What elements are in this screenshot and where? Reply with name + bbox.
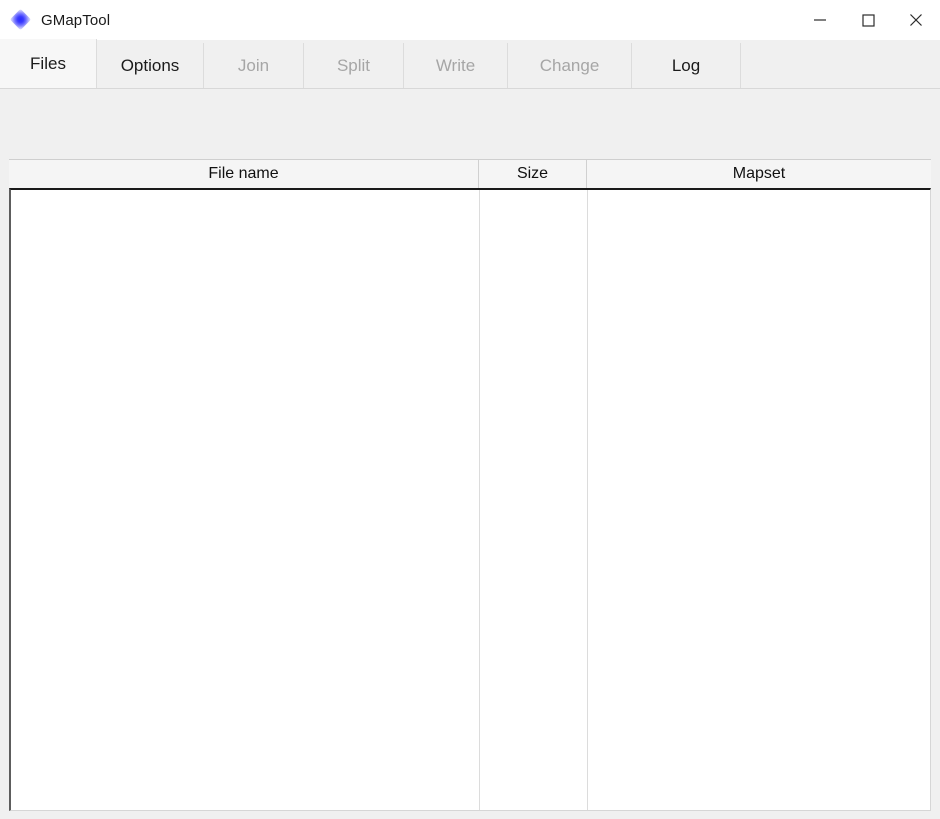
tab-files[interactable]: Files — [0, 39, 97, 88]
tab-change-label: Change — [539, 55, 600, 75]
tab-options-label: Options — [120, 55, 180, 75]
diamond-icon — [9, 8, 32, 31]
file-list-header: File name Size Mapset — [9, 159, 931, 188]
close-icon[interactable] — [892, 0, 940, 40]
column-header-size[interactable]: Size — [479, 160, 587, 188]
file-list-body[interactable] — [9, 188, 931, 811]
tab-change: Change — [507, 43, 632, 88]
tab-split: Split — [303, 43, 404, 88]
column-header-filename-label: File name — [208, 165, 279, 182]
column-divider-2[interactable] — [587, 190, 588, 810]
column-divider-1[interactable] — [479, 190, 480, 810]
tab-bar: Files Options Join Split Write Change Lo… — [0, 39, 940, 89]
minimize-icon[interactable] — [796, 0, 844, 40]
column-header-filename[interactable]: File name — [9, 160, 479, 188]
tab-files-label: Files — [30, 53, 66, 73]
tab-log-label: Log — [671, 55, 701, 75]
tab-join-label: Join — [237, 55, 270, 75]
column-header-mapset-label: Mapset — [732, 165, 786, 182]
tab-write-label: Write — [435, 55, 476, 75]
column-header-mapset[interactable]: Mapset — [587, 160, 931, 188]
toolbar: Add Files Add Directories Info Details ©… — [0, 89, 940, 229]
window-title: GMapTool — [41, 11, 111, 29]
maximize-icon[interactable] — [844, 0, 892, 40]
tab-split-label: Split — [336, 55, 371, 75]
tab-options[interactable]: Options — [96, 43, 204, 88]
tab-write: Write — [403, 43, 508, 88]
window-titlebar: GMapTool — [0, 0, 940, 40]
window-controls — [796, 0, 940, 40]
tab-log[interactable]: Log — [631, 43, 741, 88]
tab-join: Join — [203, 43, 304, 88]
column-header-size-label: Size — [516, 165, 549, 182]
